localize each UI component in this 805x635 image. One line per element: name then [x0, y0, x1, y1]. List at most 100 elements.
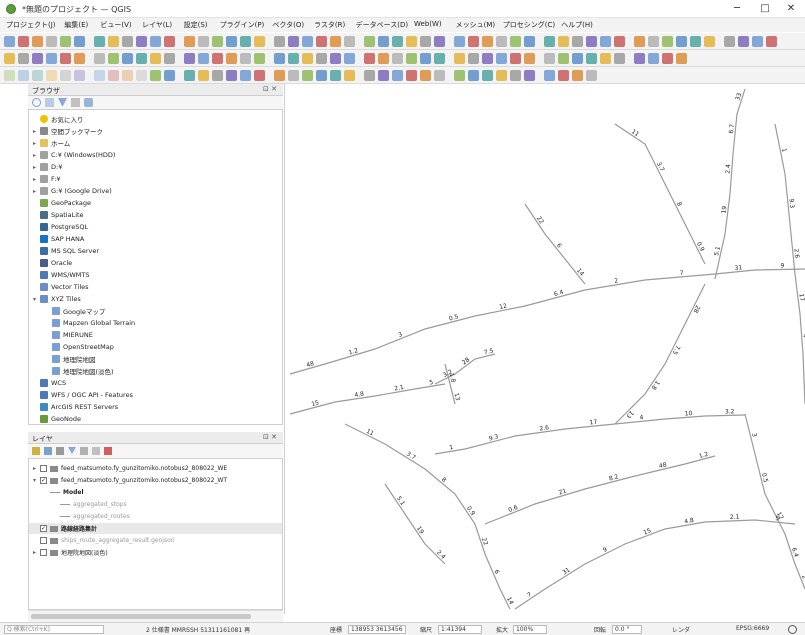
digitize-icon[interactable]: [150, 36, 161, 47]
pan-icon[interactable]: [434, 70, 445, 81]
python-icon[interactable]: [184, 53, 195, 64]
python-icon[interactable]: [198, 36, 209, 47]
zoom-out-icon[interactable]: [468, 70, 479, 81]
zoom-out-icon[interactable]: [482, 53, 493, 64]
attribute-table-icon[interactable]: [524, 70, 535, 81]
menu-item[interactable]: 設定(S): [184, 20, 208, 30]
layer-row[interactable]: ▸ feed_matsumoto.fy_gunzitomiko.notobus2_…: [29, 463, 282, 474]
zoom-out-icon[interactable]: [496, 36, 507, 47]
browser-item[interactable]: ▸ 空間ブックマーク: [33, 126, 103, 136]
digitize-icon[interactable]: [344, 53, 355, 64]
identify-icon[interactable]: [496, 53, 507, 64]
add-group-icon[interactable]: [44, 447, 52, 455]
menu-item[interactable]: Web(W): [414, 20, 442, 28]
python-icon[interactable]: [392, 53, 403, 64]
new-project-icon[interactable]: [392, 70, 403, 81]
tree-expand-icon[interactable]: ▸: [33, 176, 40, 183]
tree-expand-icon[interactable]: ▸: [33, 140, 40, 147]
python-icon[interactable]: [586, 70, 597, 81]
identify-icon[interactable]: [724, 36, 735, 47]
processing-icon[interactable]: [150, 70, 161, 81]
filter-icon[interactable]: [58, 98, 67, 107]
zoom-out-icon[interactable]: [46, 70, 57, 81]
layer-visibility-checkbox[interactable]: [40, 549, 47, 556]
identify-icon[interactable]: [510, 36, 521, 47]
save-project-icon[interactable]: [420, 70, 431, 81]
save-project-icon[interactable]: [648, 53, 659, 64]
zoom-in-icon[interactable]: [468, 53, 479, 64]
attribute-table-icon[interactable]: [330, 53, 341, 64]
save-project-icon[interactable]: [454, 36, 465, 47]
zoom-in-icon[interactable]: [274, 36, 285, 47]
close-button[interactable]: ✕: [781, 2, 801, 16]
attribute-table-icon[interactable]: [344, 36, 355, 47]
locator-search-input[interactable]: Q 検索(Ctrl+K): [4, 625, 104, 634]
label-icon[interactable]: [378, 36, 389, 47]
pan-icon[interactable]: [240, 53, 251, 64]
layer-row[interactable]: ✓ 路線経路集計: [29, 523, 282, 534]
digitize-icon[interactable]: [544, 70, 555, 81]
messages-icon[interactable]: [788, 625, 797, 634]
pan-icon[interactable]: [226, 70, 237, 81]
attribute-table-icon[interactable]: [544, 53, 555, 64]
processing-icon[interactable]: [586, 53, 597, 64]
select-icon[interactable]: [74, 70, 85, 81]
tree-expand-icon[interactable]: ▾: [33, 296, 40, 303]
map-canvas[interactable]: 48 1.2 3 0.5 12 6.4 2 7 31 9 15 4.8 2.1 5 11 3.7 8 0.9 22 6…: [284, 84, 805, 614]
pan-icon[interactable]: [468, 36, 479, 47]
browser-item[interactable]: 地理院地図: [45, 354, 96, 364]
pan-icon[interactable]: [254, 36, 265, 47]
menu-item[interactable]: ヘルプ(H): [561, 20, 593, 30]
browser-item[interactable]: Googleマップ: [45, 306, 105, 316]
minimize-button[interactable]: ─: [727, 2, 747, 16]
browser-item[interactable]: ▸ ホーム: [33, 138, 70, 148]
zoom-in-icon[interactable]: [46, 53, 57, 64]
zoom-in-icon[interactable]: [690, 36, 701, 47]
visibility-icon[interactable]: [56, 447, 64, 455]
browser-item[interactable]: Mapzen Global Terrain: [45, 318, 135, 328]
browser-item[interactable]: SpatiaLite: [33, 210, 84, 220]
measure-icon[interactable]: [302, 70, 313, 81]
save-project-icon[interactable]: [240, 36, 251, 47]
browser-item[interactable]: ▸ F:¥: [33, 174, 61, 184]
label-icon[interactable]: [136, 70, 147, 81]
measure-icon[interactable]: [108, 53, 119, 64]
tree-expand-icon[interactable]: ▸: [33, 188, 40, 195]
label-icon[interactable]: [586, 36, 597, 47]
zoom-out-icon[interactable]: [60, 53, 71, 64]
digitize-icon[interactable]: [330, 70, 341, 81]
browser-item[interactable]: GeoNode: [33, 414, 81, 424]
rotation-field[interactable]: 0.0 °: [612, 625, 642, 634]
select-icon[interactable]: [524, 36, 535, 47]
menu-item[interactable]: ビュー(V): [100, 20, 131, 30]
browser-item[interactable]: MIERUNE: [45, 330, 93, 340]
browser-item[interactable]: WCS: [33, 378, 66, 388]
pan-icon[interactable]: [662, 53, 673, 64]
measure-icon[interactable]: [316, 53, 327, 64]
menu-item[interactable]: プロセシング(C): [503, 20, 555, 30]
select-icon[interactable]: [496, 70, 507, 81]
tree-expand-icon[interactable]: ▸: [33, 549, 40, 556]
save-project-icon[interactable]: [662, 36, 673, 47]
open-project-icon[interactable]: [420, 53, 431, 64]
label-icon[interactable]: [344, 70, 355, 81]
menu-item[interactable]: ラスタ(R): [314, 20, 345, 30]
measure-icon[interactable]: [752, 36, 763, 47]
zoom-out-icon[interactable]: [74, 36, 85, 47]
open-project-icon[interactable]: [406, 70, 417, 81]
new-project-icon[interactable]: [212, 36, 223, 47]
zoom-in-icon[interactable]: [454, 70, 465, 81]
browser-item[interactable]: お気に入り: [33, 114, 84, 124]
measure-icon[interactable]: [94, 70, 105, 81]
zoom-out-icon[interactable]: [274, 53, 285, 64]
new-project-icon[interactable]: [198, 53, 209, 64]
python-icon[interactable]: [614, 36, 625, 47]
layer-visibility-checkbox[interactable]: ✓: [40, 525, 47, 532]
python-icon[interactable]: [378, 70, 389, 81]
browser-item[interactable]: 地理院地図(淡色): [45, 366, 114, 376]
save-project-icon[interactable]: [212, 70, 223, 81]
identify-icon[interactable]: [482, 70, 493, 81]
label-icon[interactable]: [164, 36, 175, 47]
magnifier-field[interactable]: 100%: [513, 625, 547, 634]
menu-item[interactable]: 編集(E): [64, 20, 88, 30]
